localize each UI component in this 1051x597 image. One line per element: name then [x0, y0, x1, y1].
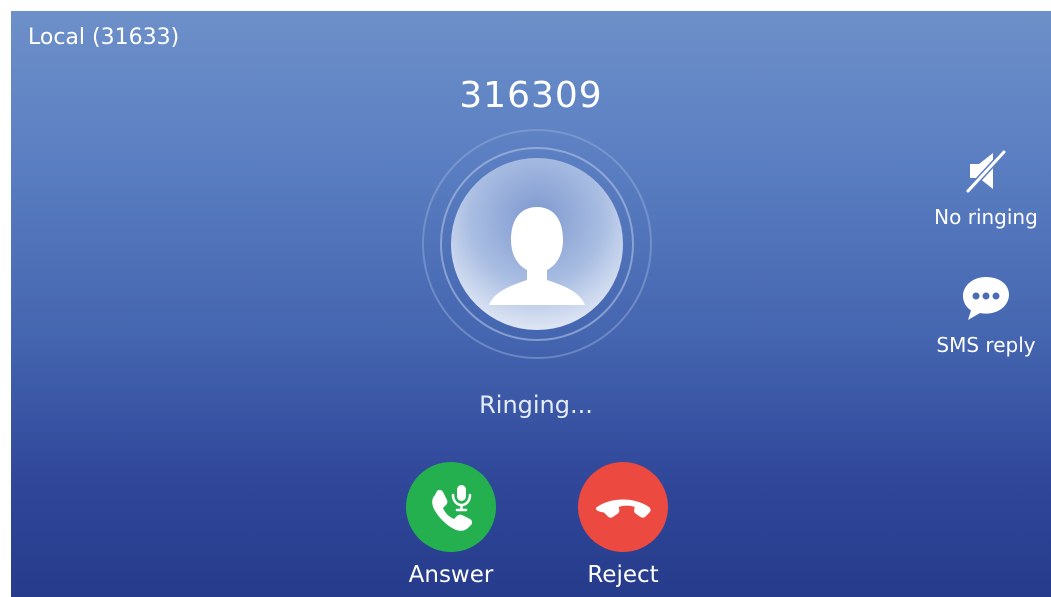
- avatar-person-icon: [422, 129, 652, 359]
- reject-circle[interactable]: [578, 462, 668, 552]
- phone-microphone-icon: [432, 485, 473, 531]
- reject-label: Reject: [587, 562, 659, 588]
- answer-label: Answer: [408, 562, 494, 588]
- caller-avatar: [421, 128, 653, 360]
- answer-circle[interactable]: [406, 462, 496, 552]
- call-status: Ringing...: [479, 391, 593, 419]
- chat-bubble-icon: [963, 277, 1009, 320]
- caller-number: 316309: [459, 75, 603, 116]
- incoming-call-screen: Local (31633) 316309 Ringing... No ringi…: [11, 11, 1051, 597]
- answer-button[interactable]: Answer: [391, 462, 511, 588]
- mute-speaker-icon: [965, 149, 1007, 194]
- no-ringing-label: No ringing: [934, 205, 1038, 229]
- reject-button[interactable]: Reject: [563, 462, 683, 588]
- no-ringing-button[interactable]: No ringing: [921, 147, 1051, 229]
- local-account-label: Local (31633): [28, 25, 180, 50]
- sms-reply-button[interactable]: SMS reply: [921, 273, 1051, 357]
- sms-reply-label: SMS reply: [936, 333, 1036, 357]
- hang-up-icon: [595, 499, 651, 518]
